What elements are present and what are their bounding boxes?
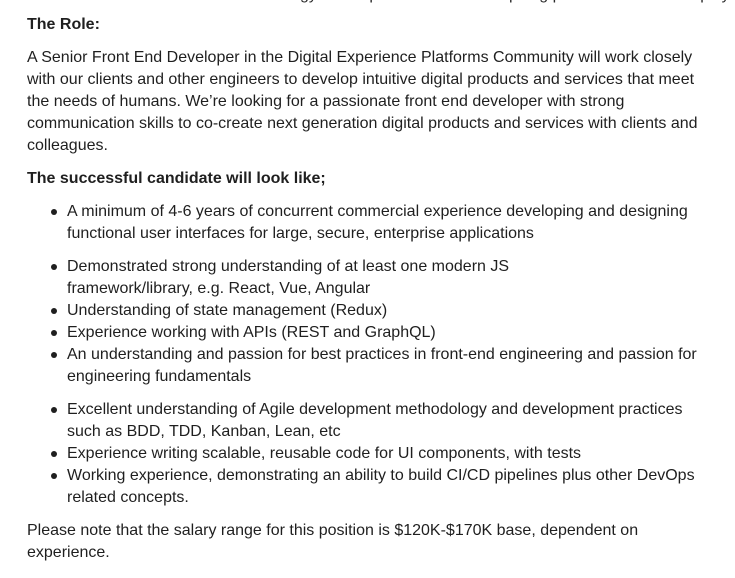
list-item: An understanding and passion for best pr… xyxy=(27,344,717,388)
list-item: Understanding of state management (Redux… xyxy=(27,300,717,322)
list-item: Working experience, demonstrating an abi… xyxy=(27,465,717,509)
role-paragraph: A Senior Front End Developer in the Digi… xyxy=(27,49,698,154)
requirements-list-1: A minimum of 4-6 years of concurrent com… xyxy=(27,201,717,245)
role-heading: The Role: xyxy=(27,16,100,33)
list-item: Demonstrated strong understanding of at … xyxy=(27,256,517,300)
salary-note: Please note that the salary range for th… xyxy=(27,522,639,561)
job-description: The Role: A Senior Front End Developer i… xyxy=(27,14,717,564)
clipped-text-line: gy and experience and an inspiring place… xyxy=(0,0,735,4)
candidate-heading: The successful candidate will look like; xyxy=(27,170,326,187)
list-item: Experience working with APIs (REST and G… xyxy=(27,322,717,344)
clipped-text: gy and experience and an inspiring place… xyxy=(300,0,730,4)
list-item: Excellent understanding of Agile develop… xyxy=(27,399,717,443)
requirements-list-3: Excellent understanding of Agile develop… xyxy=(27,399,717,509)
list-item: Experience writing scalable, reusable co… xyxy=(27,443,717,465)
requirements-list-2: Demonstrated strong understanding of at … xyxy=(27,256,717,388)
list-item: A minimum of 4-6 years of concurrent com… xyxy=(27,201,717,245)
